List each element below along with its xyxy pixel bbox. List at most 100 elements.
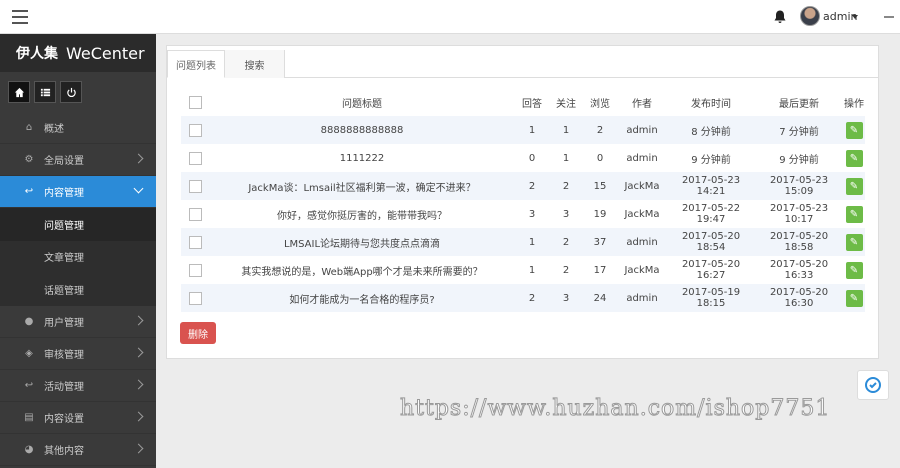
tab-bar: 问题列表 搜索 (167, 46, 878, 78)
updated-time: 9 分钟前 (779, 154, 819, 166)
edit-icon[interactable]: ✎ (845, 289, 863, 307)
question-title-link[interactable]: 8888888888888 (209, 116, 515, 144)
follows-count: 2 (562, 236, 570, 248)
sidebar-item-content[interactable]: ↩ 内容管理 (0, 176, 156, 208)
refresh-icon (865, 377, 881, 393)
question-table: 问题标题 回答 关注 浏览 作者 发布时间 最后更新 操作 8888888888… (181, 88, 865, 312)
updated-time: 2017-05-23 10:17 (769, 203, 829, 225)
col-follows: 关注 (556, 98, 576, 110)
published-time: 2017-05-20 18:54 (681, 231, 741, 253)
question-title-link[interactable]: 其实我想说的是，Web端App哪个才是未来所需要的？ (209, 256, 515, 284)
follows-count: 2 (562, 180, 570, 192)
top-bar: admin (0, 0, 900, 34)
chevron-right-icon (133, 411, 144, 421)
select-all-checkbox[interactable] (188, 95, 202, 109)
minimize-icon[interactable] (884, 16, 894, 18)
question-title-link[interactable]: JackMa谈：Lmsail社区福利第一波，确定不进来？ (209, 172, 515, 200)
table-row: 8888888888888 1 1 2 admin 8 分钟前 7 分钟前 ✎ (181, 116, 865, 144)
table-row: 你好，感觉你挺厉害的，能带带我吗？ 3 3 19 JackMa 2017-05-… (181, 200, 865, 228)
home-icon (14, 87, 24, 97)
chevron-right-icon (133, 443, 144, 453)
brand-cn: 伊人集 (16, 46, 58, 62)
edit-icon[interactable]: ✎ (845, 261, 863, 279)
list-icon (40, 88, 50, 96)
row-checkbox[interactable] (188, 263, 202, 277)
published-time: 8 分钟前 (691, 126, 731, 138)
edit-icon[interactable]: ✎ (845, 149, 863, 167)
tab-search[interactable]: 搜索 (225, 50, 285, 78)
sidebar-subitem-articles[interactable]: 文章管理 (0, 240, 156, 273)
edit-icon[interactable]: ✎ (845, 233, 863, 251)
quick-buttons (0, 72, 156, 112)
views-count: 15 (593, 180, 607, 192)
sidebar-subitem-questions[interactable]: 问题管理 (0, 208, 156, 241)
question-title-link[interactable]: LMSAIL论坛期待与您共度点点滴滴 (209, 228, 515, 256)
views-count: 17 (593, 264, 607, 276)
user-icon: ● (24, 315, 34, 327)
tab-question-list[interactable]: 问题列表 (167, 50, 225, 78)
follows-count: 1 (562, 124, 570, 136)
author: JackMa (624, 180, 660, 192)
views-count: 2 (596, 124, 604, 136)
chevron-down-icon[interactable] (852, 15, 858, 19)
author: admin (626, 236, 658, 248)
sidebar-item-review[interactable]: ◈ 审核管理 (0, 338, 156, 370)
updated-time: 2017-05-20 16:30 (769, 287, 829, 309)
edit-icon[interactable]: ✎ (845, 205, 863, 223)
answers-count: 0 (528, 152, 536, 164)
sidebar-item-other[interactable]: ◕ 其他内容 (0, 434, 156, 466)
published-time: 9 分钟前 (691, 154, 731, 166)
col-published: 发布时间 (691, 98, 731, 110)
updated-time: 2017-05-23 15:09 (769, 175, 829, 197)
sidebar-item-users[interactable]: ● 用户管理 (0, 306, 156, 338)
updated-time: 7 分钟前 (779, 126, 819, 138)
published-time: 2017-05-23 14:21 (681, 175, 741, 197)
avatar[interactable] (800, 6, 820, 26)
answers-count: 1 (528, 236, 536, 248)
published-time: 2017-05-19 18:15 (681, 287, 741, 309)
answers-count: 2 (528, 292, 536, 304)
col-answers: 回答 (522, 98, 542, 110)
row-checkbox[interactable] (188, 123, 202, 137)
chevron-right-icon (133, 379, 144, 389)
delete-button[interactable]: 删除 (180, 322, 216, 344)
chevron-down-icon (133, 183, 144, 194)
bell-icon[interactable] (772, 9, 788, 25)
menu-toggle-icon[interactable] (12, 10, 28, 24)
follows-count: 1 (562, 152, 570, 164)
sidebar-item-overview[interactable]: ⌂ 概述 (0, 112, 156, 144)
sidebar-subitem-topics[interactable]: 话题管理 (0, 273, 156, 306)
views-count: 19 (593, 208, 607, 220)
edit-icon[interactable]: ✎ (845, 177, 863, 195)
answers-count: 2 (528, 180, 536, 192)
sidebar-item-label: 内容管理 (44, 188, 84, 199)
row-checkbox[interactable] (188, 291, 202, 305)
col-author: 作者 (632, 98, 652, 110)
power-button[interactable] (60, 81, 82, 103)
row-checkbox[interactable] (188, 235, 202, 249)
answers-count: 1 (528, 264, 536, 276)
updated-time: 2017-05-20 16:33 (769, 259, 829, 281)
brand-en: WeCenter (66, 43, 145, 63)
table-row: 如何才能成为一名合格的程序员? 2 3 24 admin 2017-05-19 … (181, 284, 865, 312)
author: JackMa (624, 264, 660, 276)
row-checkbox[interactable] (188, 179, 202, 193)
sidebar-item-content-settings[interactable]: ▤ 内容设置 (0, 402, 156, 434)
list-button[interactable] (34, 81, 56, 103)
sidebar-item-activities[interactable]: ↩ 活动管理 (0, 370, 156, 402)
sidebar-item-global-settings[interactable]: ⚙ 全局设置 (0, 144, 156, 176)
row-checkbox[interactable] (188, 207, 202, 221)
row-checkbox[interactable] (188, 151, 202, 165)
floating-widget-button[interactable] (857, 370, 889, 400)
reply-icon: ↩ (24, 186, 34, 197)
published-time: 2017-05-20 16:27 (681, 259, 741, 281)
edit-icon[interactable]: ✎ (845, 121, 863, 139)
home-icon: ⌂ (25, 122, 33, 133)
question-title-link[interactable]: 如何才能成为一名合格的程序员? (209, 284, 515, 312)
col-views: 浏览 (590, 98, 610, 110)
follows-count: 3 (562, 208, 570, 220)
home-button[interactable] (8, 81, 30, 103)
question-title-link[interactable]: 1111222 (209, 144, 515, 172)
question-title-link[interactable]: 你好，感觉你挺厉害的，能带带我吗？ (209, 200, 515, 228)
sidebar-item-label: 内容设置 (44, 413, 84, 425)
